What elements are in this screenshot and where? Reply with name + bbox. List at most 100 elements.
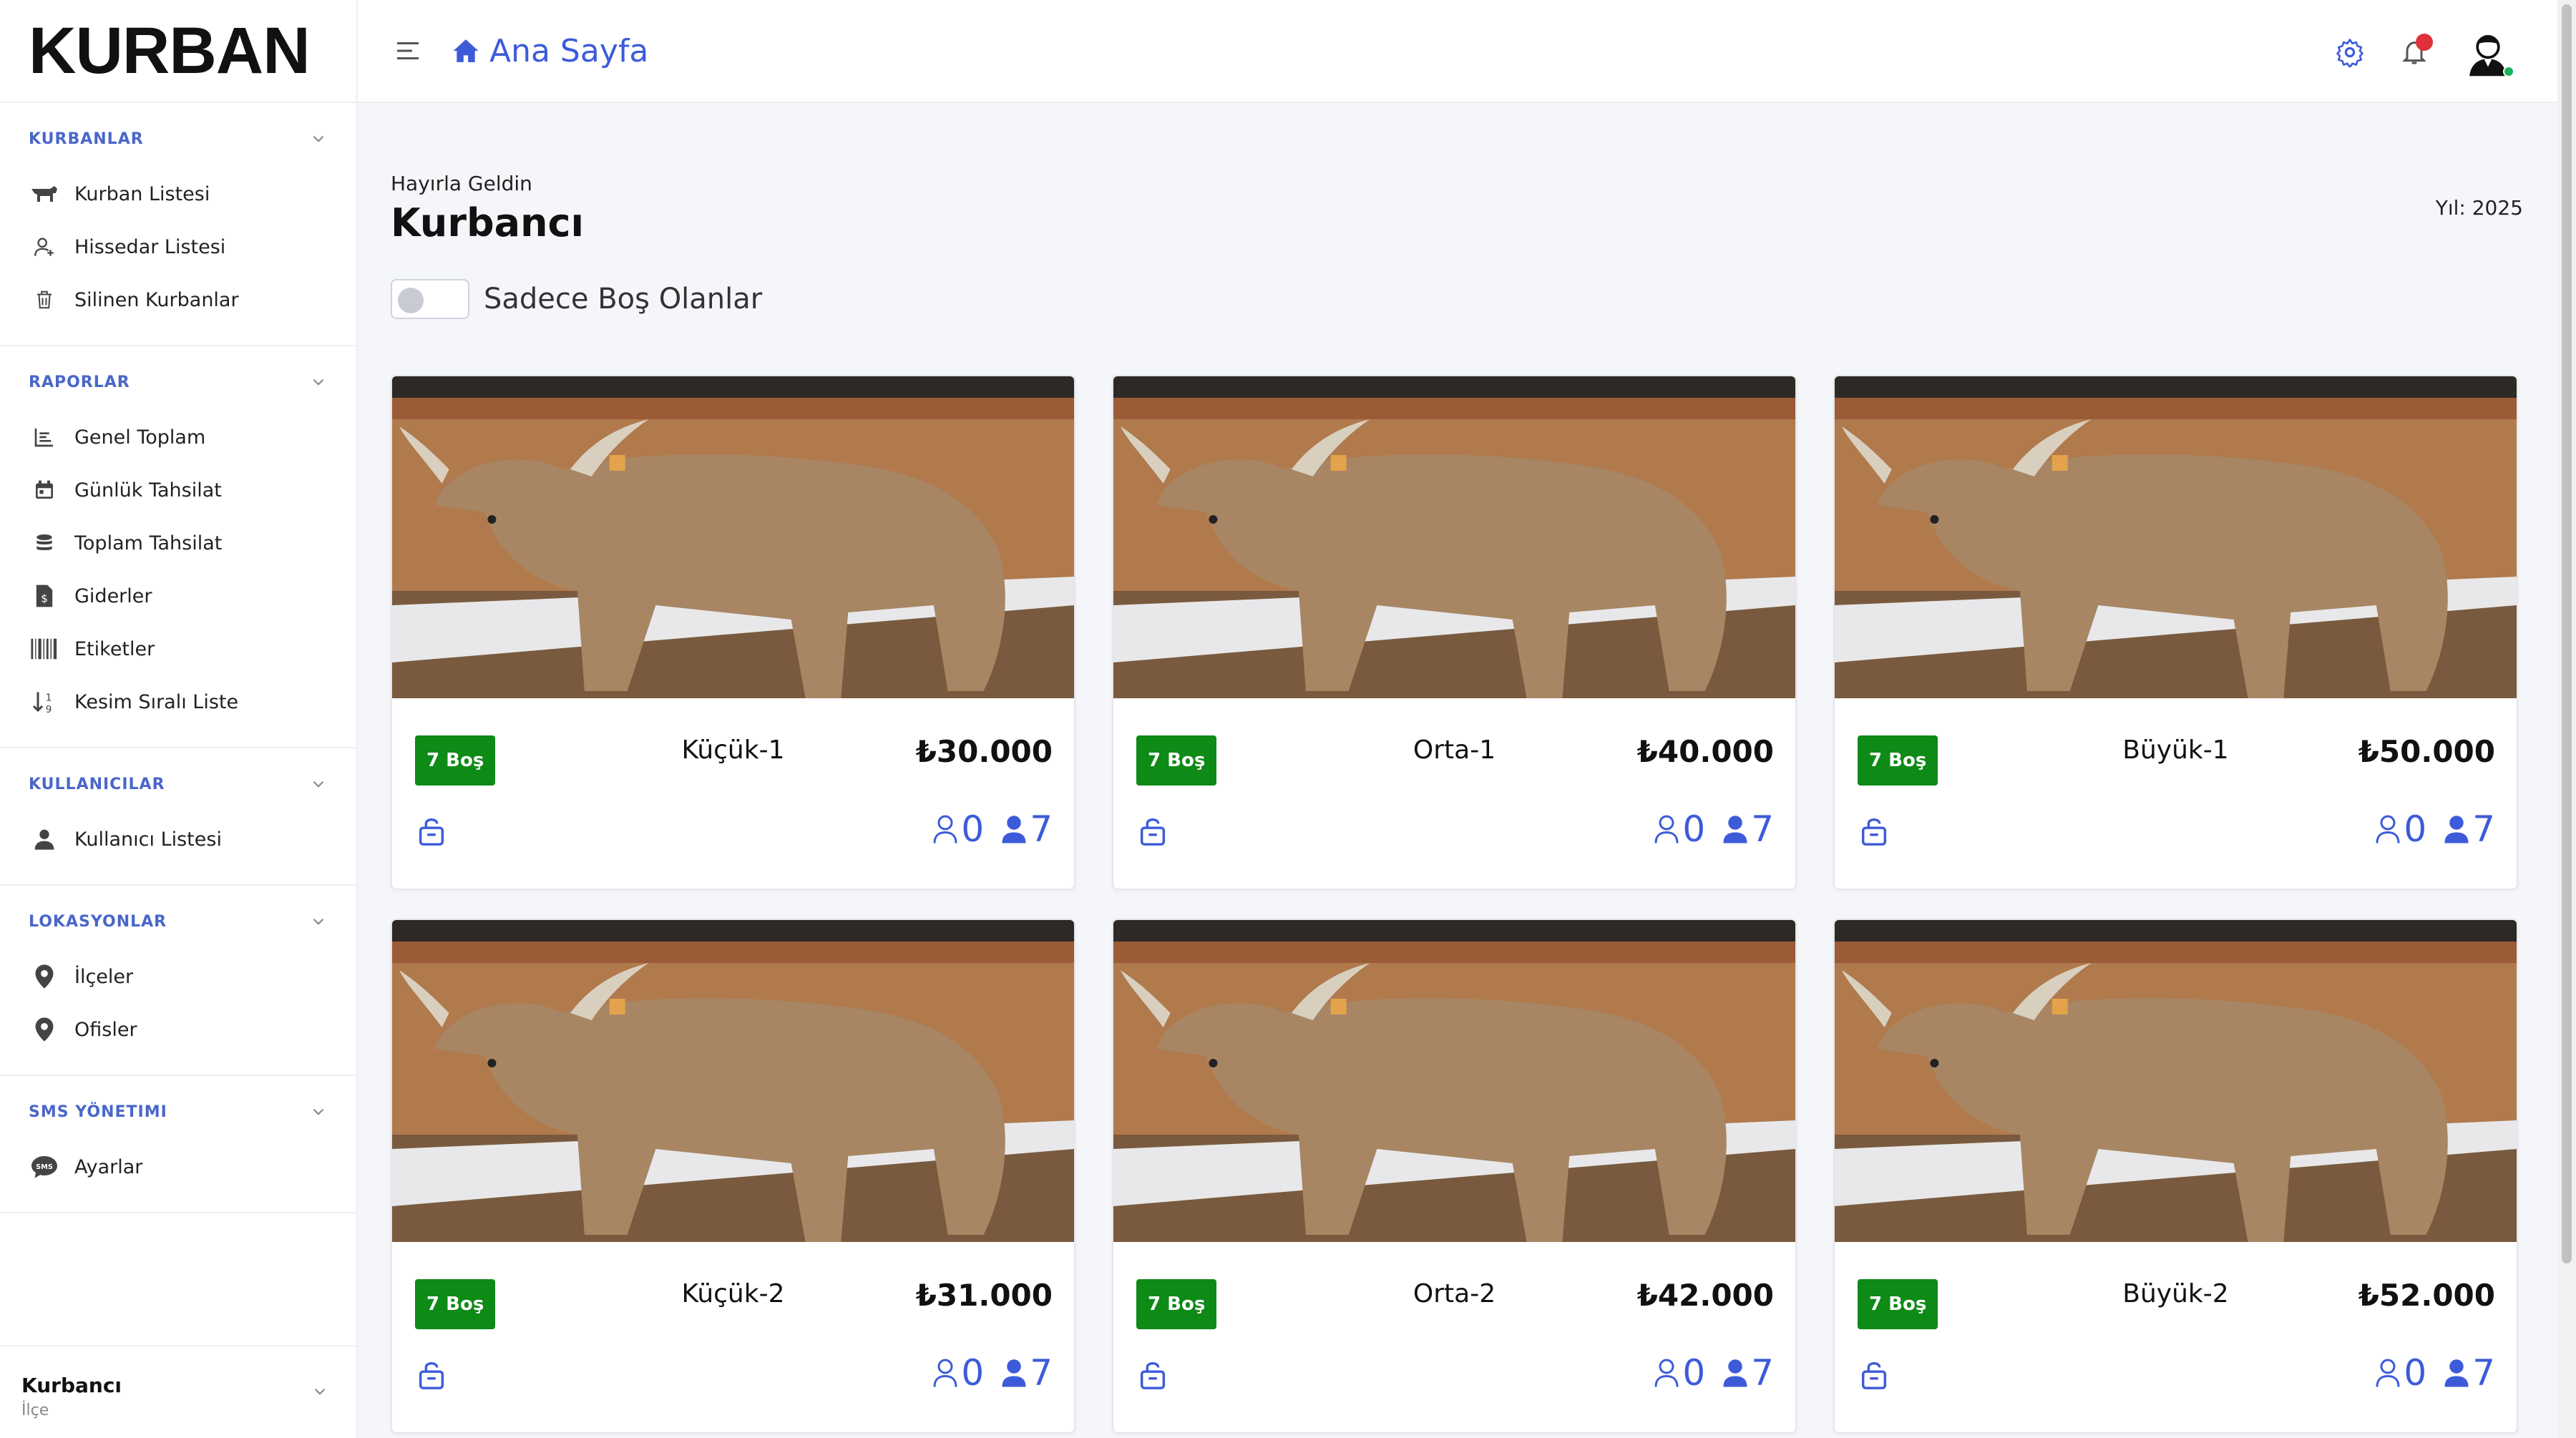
user-filled-icon <box>1723 816 1747 843</box>
kurban-card[interactable]: 7 Boş Orta-2 ₺42.000 0 7 <box>1112 919 1797 1434</box>
filled-count: 0 <box>2404 1352 2427 1394</box>
total-count: 7 <box>1751 808 1774 850</box>
breadcrumb[interactable]: Ana Sayfa <box>452 33 648 69</box>
card-price: ₺42.000 <box>1636 1278 1774 1313</box>
cow-photo <box>1113 376 1795 698</box>
user-filled-icon <box>1002 1359 1026 1387</box>
notification-dot <box>2416 34 2433 51</box>
user-outline-icon <box>2376 815 2400 843</box>
sidebar-item-label: Ofisler <box>74 1018 137 1041</box>
section-header-sms[interactable]: SMS YÖNETIMI <box>0 1083 356 1140</box>
sidebar-item-gunluk-tahsilat[interactable]: Günlük Tahsilat <box>0 464 356 517</box>
sidebar-item-ofisler[interactable]: Ofisler <box>0 1003 356 1056</box>
unlock-icon[interactable] <box>1136 1358 1169 1391</box>
sidebar-user-menu[interactable]: Kurbancı İlçe <box>0 1345 358 1438</box>
chevron-down-icon <box>313 378 324 386</box>
sidebar-item-toplam-tahsilat[interactable]: Toplam Tahsilat <box>0 517 356 569</box>
sidebar-item-kurban-listesi[interactable]: Kurban Listesi <box>0 167 356 220</box>
hamburger-icon <box>397 42 419 59</box>
settings-button[interactable] <box>2328 31 2371 74</box>
section-header-kullanicilar[interactable]: KULLANICILAR <box>0 755 356 813</box>
sidebar-item-label: Hissedar Listesi <box>74 235 226 258</box>
kurban-card[interactable]: 7 Boş Küçük-1 ₺30.000 0 7 <box>391 375 1075 890</box>
avatar[interactable] <box>2462 26 2514 79</box>
scrollbar-thumb[interactable] <box>2562 4 2572 1263</box>
coins-icon <box>29 527 60 559</box>
unlock-icon[interactable] <box>1858 1358 1890 1391</box>
sidebar-item-genel-toplam[interactable]: Genel Toplam <box>0 411 356 464</box>
unlock-icon[interactable] <box>1858 814 1890 847</box>
kurban-card[interactable]: 7 Boş Büyük-2 ₺52.000 0 7 <box>1833 919 2518 1434</box>
svg-text:1: 1 <box>46 693 52 704</box>
cow-photo <box>392 376 1074 698</box>
sidebar-item-label: Kurban Listesi <box>74 182 210 205</box>
svg-text:SMS: SMS <box>36 1163 53 1171</box>
filled-count: 0 <box>961 1352 985 1394</box>
sidebar-item-label: Giderler <box>74 585 152 607</box>
sidebar-item-ilceler[interactable]: İlçeler <box>0 950 356 1003</box>
unlock-icon[interactable] <box>415 1358 448 1391</box>
share-counts: 0 7 <box>2375 1352 2495 1394</box>
section-header-raporlar[interactable]: RAPORLAR <box>0 353 356 411</box>
trash-icon <box>29 284 60 316</box>
toggle-knob <box>398 288 424 313</box>
sidebar: KURBAN KURBANLAR Kurban Listesi Hissedar… <box>0 0 358 1438</box>
sidebar-item-label: Etiketler <box>74 637 155 660</box>
home-icon <box>453 39 479 62</box>
menu-toggle-button[interactable] <box>392 35 424 67</box>
total-count: 7 <box>2472 808 2495 850</box>
page-title: Kurbancı <box>391 200 585 245</box>
sidebar-item-kesim-sirali-liste[interactable]: 19 Kesim Sıralı Liste <box>0 675 356 728</box>
kurban-card[interactable]: 7 Boş Küçük-2 ₺31.000 0 7 <box>391 919 1075 1434</box>
topbar: Ana Sayfa <box>358 0 2557 103</box>
cow-icon <box>29 178 60 210</box>
cow-photo <box>1835 920 2517 1242</box>
sidebar-item-label: Günlük Tahsilat <box>74 479 222 502</box>
sidebar-item-etiketler[interactable]: Etiketler <box>0 622 356 675</box>
unlock-icon[interactable] <box>415 814 448 847</box>
filter-toggle-row: Sadece Boş Olanlar <box>391 279 762 319</box>
user-outline-icon <box>2376 1359 2400 1387</box>
kurban-card-grid: 7 Boş Küçük-1 ₺30.000 0 7 7 Boş Orta-1 ₺… <box>391 375 2523 1434</box>
map-pin-icon <box>29 961 60 992</box>
breadcrumb-home: Ana Sayfa <box>489 32 649 69</box>
sidebar-section-kurbanlar: KURBANLAR Kurban Listesi Hissedar Listes… <box>0 110 356 346</box>
sidebar-item-giderler[interactable]: $ Giderler <box>0 569 356 622</box>
card-price: ₺40.000 <box>1636 734 1774 769</box>
brand-logo[interactable]: KURBAN <box>0 0 356 103</box>
cow-photo <box>1113 920 1795 1242</box>
sidebar-item-label: Kullanıcı Listesi <box>74 828 222 851</box>
section-title: RAPORLAR <box>29 373 130 391</box>
kurban-card[interactable]: 7 Boş Büyük-1 ₺50.000 0 7 <box>1833 375 2518 890</box>
sidebar-item-kullanici-listesi[interactable]: Kullanıcı Listesi <box>0 813 356 866</box>
user-outline-icon <box>933 1359 957 1387</box>
section-title: KURBANLAR <box>29 129 144 148</box>
section-header-kurbanlar[interactable]: KURBANLAR <box>0 110 356 167</box>
chevron-down-icon <box>313 135 324 142</box>
sidebar-item-ayarlar[interactable]: SMS Ayarlar <box>0 1140 356 1193</box>
filled-count: 0 <box>1682 1352 1706 1394</box>
unlock-icon[interactable] <box>1136 814 1169 847</box>
section-header-lokasyonlar[interactable]: LOKASYONLAR <box>0 893 356 950</box>
gear-icon <box>2336 39 2363 67</box>
sidebar-item-silinen-kurbanlar[interactable]: Silinen Kurbanlar <box>0 273 356 326</box>
sidebar-section-kullanicilar: KULLANICILAR Kullanıcı Listesi <box>0 755 356 886</box>
cow-photo <box>392 920 1074 1242</box>
section-title: KULLANICILAR <box>29 775 165 793</box>
only-empty-toggle[interactable] <box>391 279 469 319</box>
kurban-card[interactable]: 7 Boş Orta-1 ₺40.000 0 7 <box>1112 375 1797 890</box>
sort-icon: 19 <box>29 686 60 718</box>
page-scrollbar[interactable] <box>2557 0 2576 1438</box>
share-counts: 0 7 <box>1654 1352 1774 1394</box>
barcode-icon <box>29 633 60 665</box>
card-price: ₺31.000 <box>915 1278 1053 1313</box>
share-counts: 0 7 <box>1654 808 1774 850</box>
user-name: Kurbancı <box>21 1374 122 1397</box>
section-title: SMS YÖNETIMI <box>29 1102 167 1121</box>
share-counts: 0 7 <box>932 1352 1053 1394</box>
sidebar-item-label: İlçeler <box>74 965 134 988</box>
sidebar-item-hissedar-listesi[interactable]: Hissedar Listesi <box>0 220 356 273</box>
map-pin-icon <box>29 1014 60 1045</box>
card-price: ₺50.000 <box>2358 734 2495 769</box>
notifications-button[interactable] <box>2393 31 2436 74</box>
